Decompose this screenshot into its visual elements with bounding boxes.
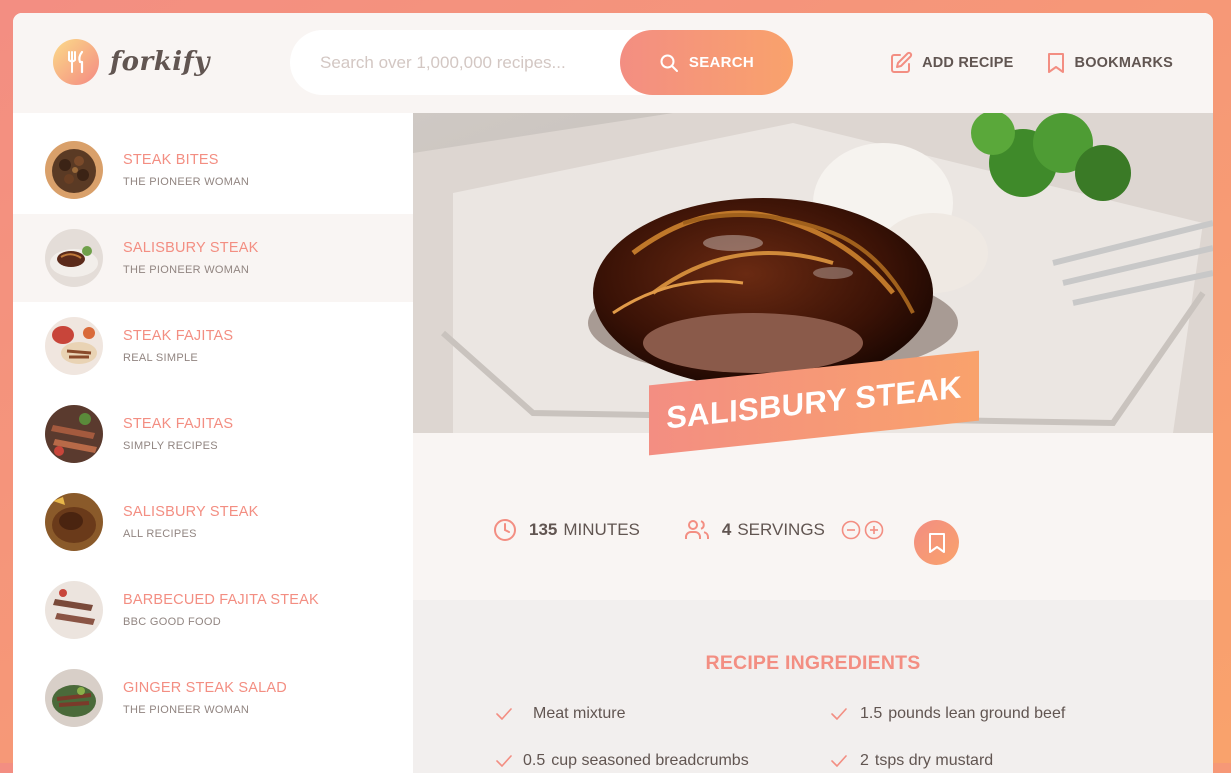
clock-icon [494,519,516,541]
bookmarks-label: BOOKMARKS [1074,55,1173,71]
search-form: SEARCH [290,30,793,95]
result-item[interactable]: STEAK BITES THE PIONEER WOMAN [13,126,413,214]
servings: 4 SERVINGS [684,518,884,542]
servings-controls [841,520,884,540]
result-title: GINGER STEAK SALAD [123,680,287,696]
cooking-time-value: 135 [529,520,558,539]
logo[interactable]: forkify [53,39,210,85]
result-title: STEAK BITES [123,152,219,168]
result-thumbnail [45,229,103,287]
result-thumbnail [45,581,103,639]
ingredient-quantity: 1.5 [860,705,883,722]
check-icon [831,708,847,720]
recipe-details: 135 MINUTES 4 SERVINGS [493,505,1053,555]
result-title: SALISBURY STEAK [123,240,259,256]
bookmark-recipe-button[interactable] [914,520,959,565]
bookmark-icon [1047,53,1064,73]
result-item[interactable]: SALISBURY STEAK ALL RECIPES [13,478,413,566]
ingredient-quantity: 0.5 [523,752,546,769]
fork-knife-icon [53,39,99,85]
users-icon [684,520,709,539]
header: forkify SEARCH ADD RECIPE [13,13,1213,113]
result-publisher: BBC GOOD FOOD [123,616,222,628]
result-publisher: ALL RECIPES [123,528,197,540]
result-publisher: SIMPLY RECIPES [123,440,218,452]
result-item[interactable]: STEAK FAJITAS SIMPLY RECIPES [13,390,413,478]
minus-circle-icon [841,520,861,540]
ingredient-description: tsps dry mustard [874,752,994,769]
add-recipe-label: ADD RECIPE [922,55,1014,71]
result-title: STEAK FAJITAS [123,328,234,344]
cooking-time-label: MINUTES [563,520,640,539]
servings-label: SERVINGS [737,520,825,539]
search-button[interactable]: SEARCH [620,30,793,95]
ingredient-quantity: 2 [860,752,869,769]
recipe-ingredients: RECIPE INGREDIENTS Meat mixture 1.5 poun… [413,600,1213,773]
ingredient-description: Meat mixture [533,705,626,722]
search-button-label: SEARCH [688,54,755,71]
edit-icon [891,51,913,73]
ingredient-description: pounds lean ground beef [888,705,1066,722]
logo-text: forkify [110,47,210,77]
result-item[interactable]: SALISBURY STEAK THE PIONEER WOMAN [13,214,413,302]
add-recipe-button[interactable]: ADD RECIPE [889,51,1013,75]
servings-value: 4 [721,520,732,539]
bookmark-icon [928,532,945,553]
ingredient-item: 1.5 pounds lean ground beef [830,705,1065,723]
recipe-title: SALISBURY STEAK [666,369,962,436]
ingredient-item: 2 tsps dry mustard [830,752,993,770]
ingredients-heading: RECIPE INGREDIENTS [705,652,921,674]
ingredient-item: 0.5 cup seasoned breadcrumbs [495,752,749,770]
ingredient-item: Meat mixture [495,705,625,723]
recipe-view: SALISBURY STEAK 135 MINUTES 4 SERVINGS R… [413,113,1213,773]
search-results: STEAK BITES THE PIONEER WOMAN SALISBURY … [13,113,413,773]
ingredient-description: cup seasoned breadcrumbs [551,752,749,769]
result-item[interactable]: BARBECUED FAJITA STEAK BBC GOOD FOOD [13,566,413,654]
search-input[interactable] [320,52,620,73]
app-container: forkify SEARCH ADD RECIPE [13,13,1213,773]
decrease-servings-button[interactable] [841,520,861,540]
plus-circle-icon [864,520,884,540]
result-thumbnail [45,141,103,199]
check-icon [831,755,847,767]
result-thumbnail [45,405,103,463]
check-icon [496,708,512,720]
result-publisher: THE PIONEER WOMAN [123,264,250,276]
result-title: SALISBURY STEAK [123,504,259,520]
result-publisher: THE PIONEER WOMAN [123,704,250,716]
result-title: STEAK FAJITAS [123,416,234,432]
result-item[interactable]: STEAK FAJITAS REAL SIMPLE [13,302,413,390]
result-thumbnail [45,317,103,375]
bookmarks-button[interactable]: BOOKMARKS [1046,51,1173,75]
check-icon [496,755,512,767]
result-thumbnail [45,493,103,551]
search-icon [660,54,678,72]
result-item[interactable]: GINGER STEAK SALAD THE PIONEER WOMAN [13,654,413,742]
result-thumbnail [45,669,103,727]
result-publisher: THE PIONEER WOMAN [123,176,250,188]
increase-servings-button[interactable] [864,520,884,540]
result-title: BARBECUED FAJITA STEAK [123,592,319,608]
main-nav: ADD RECIPE BOOKMARKS [889,51,1173,75]
cooking-time: 135 MINUTES [493,518,640,542]
result-publisher: REAL SIMPLE [123,352,199,364]
